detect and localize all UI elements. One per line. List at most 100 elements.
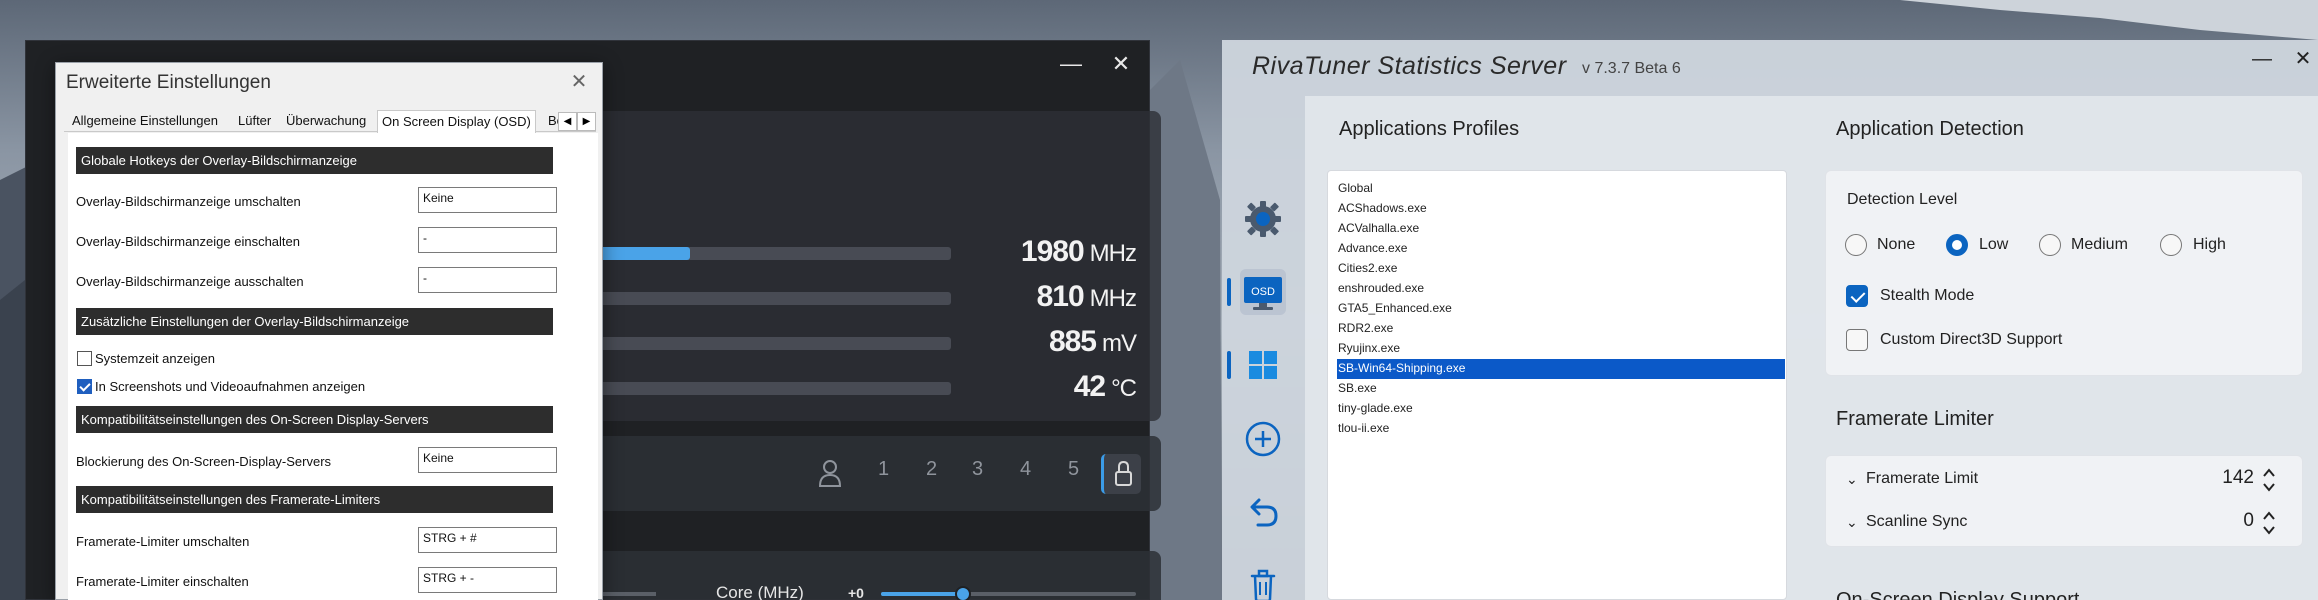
dialog-title: Erweiterte Einstellungen	[66, 72, 271, 93]
framerate-limit-row[interactable]: ⌄ Framerate Limit 142	[1826, 456, 2304, 502]
windows-nav-button[interactable]	[1240, 342, 1286, 388]
list-item-selected[interactable]: SB-Win64-Shipping.exe	[1337, 359, 1785, 379]
monitor-row-core-clock: 1980 MHz	[556, 233, 1146, 273]
delete-profile-button[interactable]	[1240, 562, 1286, 600]
tab-general[interactable]: Allgemeine Einstellungen	[68, 110, 222, 132]
settings-nav-button[interactable]	[1240, 196, 1286, 242]
profiles-list[interactable]: Global ACShadows.exe ACValhalla.exe Adva…	[1327, 170, 1787, 600]
tab-scroll-left-button[interactable]: ◀	[558, 112, 577, 131]
scanline-sync-value[interactable]: 0	[2243, 510, 2254, 532]
monitor-value: 1980 MHz	[1020, 235, 1137, 268]
detection-card: Detection Level None Low Medium High Ste…	[1825, 170, 2303, 376]
list-item[interactable]: Global	[1338, 179, 1786, 199]
setting-label: Overlay-Bildschirmanzeige einschalten	[76, 234, 300, 249]
advanced-settings-dialog: Erweiterte Einstellungen ✕ Allgemeine Ei…	[55, 62, 603, 600]
screenshots-checkbox[interactable]	[77, 379, 92, 394]
systemtime-checkbox-row[interactable]: Systemzeit anzeigen	[77, 351, 215, 366]
close-button[interactable]: ✕	[2288, 44, 2318, 74]
setting-label: Overlay-Bildschirmanzeige ausschalten	[76, 274, 304, 289]
spinner-icon[interactable]	[2262, 510, 2276, 536]
framerate-limit-value[interactable]: 142	[2222, 467, 2254, 489]
setting-label: Blockierung des On-Screen-Display-Server…	[76, 454, 332, 469]
osd-block-field[interactable]: Keine	[418, 447, 557, 473]
tab-strip: Allgemeine Einstellungen Lüfter Überwach…	[64, 110, 596, 133]
limiter-title: Framerate Limiter	[1836, 408, 1994, 430]
dialog-close-button[interactable]: ✕	[566, 69, 592, 95]
undo-button[interactable]	[1240, 489, 1286, 535]
slider-thumb[interactable]	[955, 586, 971, 600]
tab-fans[interactable]: Lüfter	[234, 110, 275, 132]
lock-icon	[1115, 460, 1132, 486]
limiter-card: ⌄ Framerate Limit 142 ⌄ Scanline Sync 0	[1825, 455, 2303, 547]
list-item[interactable]: tlou-ii.exe	[1338, 419, 1786, 439]
section-header-compat-limiter: Kompatibilitätseinstellungen des Framera…	[76, 486, 553, 513]
active-nav-indicator	[1227, 278, 1231, 306]
profile-slot-2[interactable]: 2	[926, 458, 937, 481]
systemtime-checkbox[interactable]	[77, 351, 92, 366]
osd-support-title: On-Screen Display Support	[1836, 589, 2080, 600]
hotkey-toggle-field[interactable]: Keine	[418, 187, 557, 213]
lock-button[interactable]	[1101, 454, 1141, 494]
profile-slot-3[interactable]: 3	[972, 458, 983, 481]
spinner-icon[interactable]	[2262, 467, 2276, 493]
list-item[interactable]: tiny-glade.exe	[1338, 399, 1786, 419]
slider-fill	[881, 592, 963, 596]
core-clock-slider[interactable]	[881, 586, 1136, 600]
checkbox-label: Systemzeit anzeigen	[95, 351, 215, 366]
user-icon[interactable]	[818, 458, 842, 488]
list-item[interactable]: Advance.exe	[1338, 239, 1786, 259]
list-item[interactable]: ACValhalla.exe	[1338, 219, 1786, 239]
monitor-row-memory-clock: 810 MHz	[556, 278, 1146, 318]
tab-scroll-right-button[interactable]: ▶	[577, 112, 596, 131]
profile-bar: 1 2 3 4 5	[556, 436, 1161, 511]
add-profile-button[interactable]	[1240, 416, 1286, 462]
profile-slot-5[interactable]: 5	[1068, 458, 1079, 481]
custom-d3d-checkbox[interactable]	[1846, 329, 1868, 351]
limiter-enable-field[interactable]: STRG + -	[418, 567, 557, 593]
monitor-value: 810 MHz	[1036, 280, 1137, 313]
list-item[interactable]: SB.exe	[1338, 379, 1786, 399]
radio-medium[interactable]	[2039, 234, 2061, 256]
section-header-compat-osd: Kompatibilitätseinstellungen des On-Scre…	[76, 406, 553, 433]
radio-none[interactable]	[1845, 234, 1867, 256]
tab-osd[interactable]: On Screen Display (OSD)	[377, 110, 536, 133]
sidebar-nav: OSD	[1222, 96, 1305, 600]
radio-label: None	[1877, 236, 1916, 253]
profile-slot-4[interactable]: 4	[1020, 458, 1031, 481]
osd-nav-button[interactable]: OSD	[1240, 269, 1286, 315]
nav-indicator	[1227, 351, 1231, 379]
list-item[interactable]: Cities2.exe	[1338, 259, 1786, 279]
minimize-button[interactable]: —	[1056, 49, 1086, 79]
chevron-down-icon[interactable]: ⌄	[1846, 471, 1858, 488]
detection-title: Application Detection	[1836, 118, 2024, 140]
chevron-down-icon[interactable]: ⌄	[1846, 514, 1858, 531]
app-version: v 7.3.7 Beta 6	[1582, 60, 1681, 77]
monitor-bar	[556, 337, 951, 350]
undo-icon	[1250, 498, 1278, 527]
list-item[interactable]: enshrouded.exe	[1338, 279, 1786, 299]
list-item[interactable]: ACShadows.exe	[1338, 199, 1786, 219]
scanline-sync-label: Scanline Sync	[1866, 513, 1968, 530]
list-item[interactable]: RDR2.exe	[1338, 319, 1786, 339]
monitor-value: 42 °C	[1073, 370, 1137, 403]
list-item[interactable]: GTA5_Enhanced.exe	[1338, 299, 1786, 319]
custom-d3d-label: Custom Direct3D Support	[1880, 331, 2063, 348]
app-title: RivaTuner Statistics Server	[1252, 52, 1567, 80]
hotkey-disable-field[interactable]: -	[418, 267, 557, 293]
profile-slot-1[interactable]: 1	[878, 458, 889, 481]
core-clock-label: Core (MHz)	[716, 583, 804, 600]
scanline-sync-row[interactable]: ⌄ Scanline Sync 0	[1826, 502, 2304, 548]
list-item[interactable]: Ryujinx.exe	[1338, 339, 1786, 359]
close-button[interactable]: ✕	[1106, 49, 1136, 79]
windows-icon	[1249, 351, 1277, 379]
core-clock-offset: +0	[848, 585, 864, 600]
minimize-button[interactable]: —	[2247, 44, 2277, 74]
hotkey-enable-field[interactable]: -	[418, 227, 557, 253]
setting-label: Overlay-Bildschirmanzeige umschalten	[76, 194, 301, 209]
stealth-mode-checkbox[interactable]	[1846, 285, 1868, 307]
screenshots-checkbox-row[interactable]: In Screenshots und Videoaufnahmen anzeig…	[77, 379, 365, 394]
radio-low[interactable]	[1946, 234, 1968, 256]
limiter-toggle-field[interactable]: STRG + #	[418, 527, 557, 553]
tab-monitoring[interactable]: Überwachung	[282, 110, 370, 132]
radio-high[interactable]	[2160, 234, 2182, 256]
